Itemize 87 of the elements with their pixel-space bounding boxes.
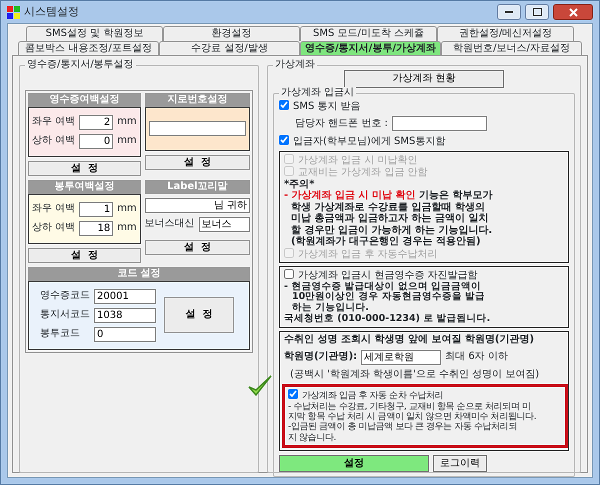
margin-field[interactable]: 1 xyxy=(79,202,114,216)
code-field[interactable]: 0 xyxy=(94,326,156,342)
unit-label: mm xyxy=(117,135,137,147)
academy-name-field[interactable]: 세계로학원 xyxy=(361,350,442,365)
giro-field[interactable] xyxy=(148,121,246,136)
checkbox[interactable] xyxy=(279,100,289,110)
margin-field[interactable]: 2 xyxy=(79,114,114,130)
checkbox-label: 가상계좌 입금시 현금영수증 자진발급함 xyxy=(298,270,478,281)
field-label: 좌우 여백 xyxy=(32,116,76,128)
checkbox-label: 입금자(학부모님)에게 SMS통지함 xyxy=(293,136,446,147)
set-button[interactable]: 설 정 xyxy=(28,160,141,176)
caution-label: *주의* xyxy=(284,178,316,190)
set-button[interactable]: 설정 xyxy=(279,454,429,472)
notice-text: 미납 총금액과 입금하고자 하는 금액이 일치 xyxy=(290,213,490,224)
bonus-field[interactable]: 보너스 xyxy=(198,216,250,232)
close-icon xyxy=(568,8,578,16)
notice-text: - 현금영수증 발급대상이 없으며 입금금액이 xyxy=(284,282,482,292)
margin-field[interactable]: 18 xyxy=(79,220,114,236)
tab[interactable]: SMS설정 및 학원정보 xyxy=(26,26,163,40)
section-header: 영수증여백설정 xyxy=(28,93,141,106)
code-field[interactable]: 20001 xyxy=(94,288,156,304)
tab[interactable]: 환경설정 xyxy=(163,26,300,40)
tab[interactable]: 콤보박스 내용조정/포트설정 xyxy=(18,40,159,55)
checkbox[interactable] xyxy=(288,389,298,400)
notice-text: 하는 기능입니다. xyxy=(291,303,370,314)
section-header: 지로번호설정 xyxy=(144,93,250,106)
code-field[interactable]: 1038 xyxy=(94,308,156,322)
checkbox[interactable] xyxy=(279,135,289,145)
tab[interactable]: 권한설정/메신저설정 xyxy=(437,26,574,40)
notice-text: - 수납처리는 수강료, 기타청구, 교재비 항목 순으로 처리되며 미 xyxy=(288,402,532,412)
log-history-button[interactable]: 로그이력 xyxy=(433,454,487,472)
note-text: (공백시 '학원계좌 학생이름'으로 수취인 성명이 보여짐) xyxy=(289,368,540,380)
field-label: 통지서코드 xyxy=(39,309,91,321)
tab[interactable]: SMS 모드/미도착 스케쥴 xyxy=(300,26,437,40)
section-header: Label꼬리말 xyxy=(144,180,250,194)
field-label: 봉투코드 xyxy=(39,328,81,340)
checkmark-icon xyxy=(247,374,273,398)
checkbox-label: SMS 통지 받음 xyxy=(293,100,361,112)
group-title: 가상계좌 입금시 xyxy=(279,86,356,98)
maximize-button[interactable] xyxy=(525,4,549,20)
window-title: 시스템설정 xyxy=(24,6,79,18)
suffix-field[interactable]: 님 귀하 xyxy=(144,198,250,212)
unit-label: mm xyxy=(117,203,137,215)
payee-heading: 수취인 성명 조회시 학생명 앞에 보여질 학원명(기관명) xyxy=(284,334,536,346)
checkbox-label: 교재비는 가상계좌 입금 안함 xyxy=(298,167,428,178)
unit-label: mm xyxy=(117,116,137,128)
notice-text: 10만원이상인 경우 자동현금영수증을 발급 xyxy=(291,292,486,302)
section-header: 코드 설정 xyxy=(28,267,250,280)
checkbox-label: 가상계좌 입금 후 자동 순차 수납처리 xyxy=(302,391,444,402)
checkbox-label: 가상계좌 입금 후 자동수납처리 xyxy=(298,248,438,260)
minimize-button[interactable] xyxy=(497,4,521,20)
unit-label: mm xyxy=(117,222,137,234)
notice-text: 지 않습니다. xyxy=(288,432,337,443)
account-status-button[interactable]: 가상계좌 현황 xyxy=(344,70,504,88)
field-label: 상하 여백 xyxy=(32,135,76,147)
notice-text: 학생 가상계좌로 수강료를 입금할때 학생의 xyxy=(290,202,486,213)
group-title: 가상계좌 xyxy=(273,59,317,70)
notice-text: 할 경우만 입금이 가능하게 하는 기능입니다. xyxy=(290,224,494,236)
maximize-icon xyxy=(532,8,542,16)
minimize-icon xyxy=(505,11,513,13)
tab[interactable]: 수강료 설정/발생 xyxy=(159,40,300,55)
hint-text: 최대 6자 이하 xyxy=(445,351,508,363)
set-button[interactable]: 설 정 xyxy=(144,240,250,255)
close-button[interactable] xyxy=(553,4,593,20)
tab[interactable]: 학원번호/보너스/자료설정 xyxy=(441,40,582,55)
notice-text: - 가상계좌 입금 시 미납 확인 기능은 학부모가 xyxy=(284,190,494,202)
margin-field[interactable]: 0 xyxy=(79,134,114,148)
field-label: 상하 여백 xyxy=(32,222,76,234)
checkbox[interactable] xyxy=(284,269,294,279)
phone-field[interactable] xyxy=(392,116,487,131)
field-label: 보너스대신 xyxy=(144,218,195,230)
group-title: 영수증/통지서/봉투설정 xyxy=(25,59,136,70)
notice-text: 국세청번호 (010-000-1234) 로 발급됩니다. xyxy=(284,314,492,326)
field-label: 학원명(기관명): xyxy=(284,351,358,363)
notice-text: 지막 항목 수납 처리 시 금액이 일치 않으면 차액미수 처리됩니다. xyxy=(288,412,538,422)
field-label: 좌우 여백 xyxy=(32,203,76,215)
field-label: 담당자 핸드폰 번호 : xyxy=(295,118,388,130)
set-button[interactable]: 설 정 xyxy=(28,248,141,263)
set-button[interactable]: 설 정 xyxy=(164,297,234,333)
tab[interactable]: 영수증/통지서/봉투/가상계좌 xyxy=(300,40,441,55)
section-header: 봉투여백설정 xyxy=(28,180,141,194)
field-label: 영수증코드 xyxy=(39,290,91,302)
app-icon xyxy=(7,6,20,18)
notice-text: (학원계좌가 대구은행인 경우는 적용안됨) xyxy=(290,236,482,248)
notice-text: -입금된 금액이 총 미납금액 보다 큰 경우는 자동 수납처리되 xyxy=(288,422,518,433)
set-button[interactable]: 설 정 xyxy=(144,154,250,170)
checkbox-label: 가상계좌 입금 시 미납확인 xyxy=(298,154,418,166)
